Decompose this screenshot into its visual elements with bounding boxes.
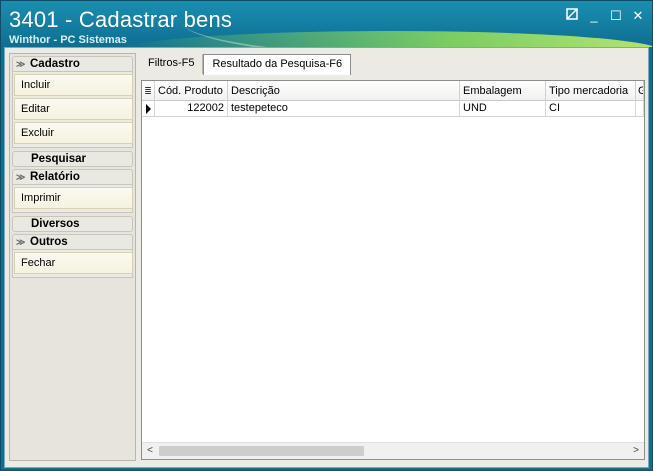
chevron-collapse-icon: ≫ [16,171,26,182]
chevron-collapse-icon: ≫ [16,58,26,69]
cell-embalagem[interactable]: UND [460,101,546,117]
client-area: ≫ Cadastro Incluir Editar Excluir Pesqui… [4,47,649,468]
column-header-embalagem[interactable]: Embalagem [460,81,546,101]
fechar-button[interactable]: Fechar [14,252,133,274]
imprimir-button[interactable]: Imprimir [14,187,133,209]
app-window: 3401 - Cadastrar bens Winthor - PC Siste… [0,0,653,471]
cell-descricao[interactable]: testepeteco [228,101,460,117]
cell-tipo[interactable]: CI [546,101,636,117]
group-header-relatorio[interactable]: ≫ Relatório [12,169,133,185]
horizontal-scrollbar[interactable]: < > [142,442,644,459]
group-header-diversos[interactable]: Diversos [12,216,133,232]
chevron-collapse-icon: ≫ [16,236,26,247]
scroll-right-icon[interactable]: > [628,443,644,459]
group-cadastro: ≫ Cadastro Incluir Editar Excluir [12,56,133,148]
tab-resultado[interactable]: Resultado da Pesquisa-F6 [203,54,352,75]
group-title: Outros [30,236,68,248]
restore-icon[interactable] [564,8,580,24]
group-relatorio: ≫ Relatório Imprimir [12,169,133,213]
group-header-outros[interactable]: ≫ Outros [12,234,133,250]
group-header-pesquisar[interactable]: Pesquisar [12,151,133,167]
grid-header: ≣ Cód. Produto Descrição Embalagem Tipo … [142,81,644,101]
cell-codigo[interactable]: 122002 [155,101,228,117]
table-row[interactable]: 122002 testepeteco UND CI [142,101,644,117]
window-controls: _ ☐ ✕ [564,8,646,24]
group-body-relatorio: Imprimir [12,185,133,213]
maximize-button[interactable]: ☐ [608,8,624,24]
group-body-cadastro: Incluir Editar Excluir [12,72,133,148]
results-grid: ≣ Cód. Produto Descrição Embalagem Tipo … [141,80,645,460]
tab-filtros[interactable]: Filtros-F5 [140,54,204,74]
group-title: Cadastro [30,58,80,70]
row-selector-icon [142,101,155,117]
column-chooser-icon[interactable]: ≣ [142,81,155,101]
window-title: 3401 - Cadastrar bens [9,7,233,32]
group-header-cadastro[interactable]: ≫ Cadastro [12,56,133,72]
tab-strip: Filtros-F5 Resultado da Pesquisa-F6 [140,54,352,75]
close-button[interactable]: ✕ [630,8,646,24]
column-header-codigo[interactable]: Cód. Produto [155,81,228,101]
column-header-tipo[interactable]: Tipo mercadoria [546,81,636,101]
column-header-g[interactable]: G [636,81,644,101]
scroll-thumb[interactable] [159,446,364,456]
minimize-button[interactable]: _ [586,8,602,24]
editar-button[interactable]: Editar [14,98,133,120]
window-subtitle: Winthor - PC Sistemas [9,34,127,46]
incluir-button[interactable]: Incluir [14,74,133,96]
scroll-left-icon[interactable]: < [142,443,158,459]
sidebar: ≫ Cadastro Incluir Editar Excluir Pesqui… [9,53,136,461]
group-title: Relatório [30,171,80,183]
group-body-outros: Fechar [12,250,133,278]
title-bar[interactable]: 3401 - Cadastrar bens Winthor - PC Siste… [1,1,652,47]
cell-g[interactable] [636,101,644,117]
group-outros: ≫ Outros Fechar [12,234,133,278]
column-header-descricao[interactable]: Descrição [228,81,460,101]
excluir-button[interactable]: Excluir [14,122,133,144]
